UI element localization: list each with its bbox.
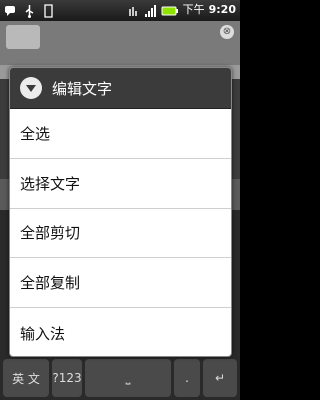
- app-header: ⊗: [0, 21, 240, 65]
- status-time: 9:20: [208, 3, 236, 16]
- menu-item-copy-all[interactable]: 全部复制: [10, 258, 231, 309]
- status-notifications: [4, 3, 55, 18]
- status-indicators: 下午 9:20: [127, 2, 236, 18]
- symbols-key[interactable]: ?123: [52, 359, 82, 397]
- sd-card-icon: [42, 3, 55, 18]
- edit-text-dialog: 编辑文字 全选 选择文字 全部剪切 全部复制 输入法: [9, 67, 232, 357]
- battery-icon: [161, 3, 179, 17]
- dialog-title-bar: 编辑文字: [10, 68, 231, 109]
- period-key[interactable]: .: [174, 359, 200, 397]
- language-key[interactable]: 英 文: [3, 359, 49, 397]
- menu-list: 全选 选择文字 全部剪切 全部复制 输入法: [10, 109, 231, 356]
- menu-item-cut-all[interactable]: 全部剪切: [10, 209, 231, 259]
- status-bar: 下午 9:20: [0, 0, 240, 21]
- close-icon[interactable]: ⊗: [220, 25, 234, 39]
- space-key[interactable]: ⎵: [85, 359, 171, 397]
- chat-icon: [4, 3, 17, 17]
- signal-bars-icon: [144, 3, 157, 17]
- status-ampm: 下午: [182, 3, 205, 16]
- signal-3g-icon: [127, 3, 140, 17]
- chevron-down-icon: [20, 77, 42, 99]
- menu-item-select-all[interactable]: 全选: [10, 109, 231, 159]
- dialog-title: 编辑文字: [52, 79, 113, 98]
- menu-item-input-method[interactable]: 输入法: [10, 308, 231, 356]
- menu-item-select-text[interactable]: 选择文字: [10, 159, 231, 209]
- enter-key[interactable]: ↵: [203, 359, 237, 397]
- keyboard-bottom-row: 英 文 ?123 ⎵ . ↵: [0, 356, 240, 400]
- app-thumbnail[interactable]: [6, 25, 40, 49]
- usb-icon: [23, 3, 36, 18]
